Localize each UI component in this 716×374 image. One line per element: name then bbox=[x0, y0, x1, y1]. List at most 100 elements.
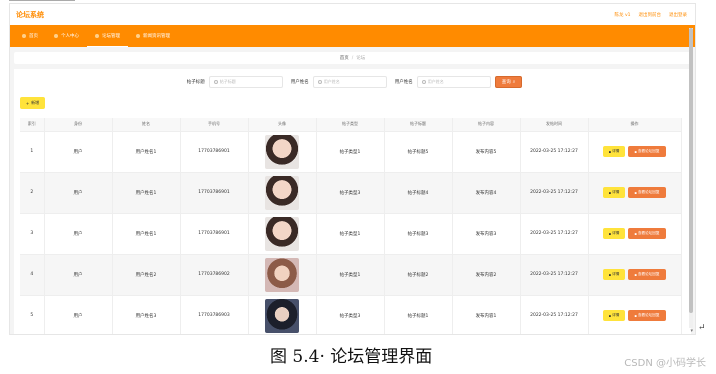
search-label-name-2: 用户姓名 bbox=[394, 80, 413, 85]
view-replies-label: 查看论坛回复 bbox=[637, 231, 660, 235]
table-row: 3 用户 用户姓名1 17703786901 帖子类型1 帖子标题3 发布内容3 2022-0… bbox=[20, 212, 682, 254]
column-header: 手机号 bbox=[180, 118, 249, 131]
row-actions: ▪ 详情 ▪ 查看论坛回复 bbox=[589, 228, 681, 239]
goto-frontend-link[interactable]: 退出到前台 bbox=[639, 12, 662, 18]
column-header: 帖子标题 bbox=[384, 118, 453, 131]
search-icon bbox=[213, 80, 218, 84]
breadcrumb: 首页 / 论坛 bbox=[14, 52, 691, 64]
search-icon bbox=[421, 80, 426, 84]
reply-icon: ▪ bbox=[634, 231, 637, 236]
detail-icon: ▪ bbox=[608, 190, 612, 195]
row-actions: ▪ 详情 ▪ 查看论坛回复 bbox=[589, 146, 681, 157]
detail-button[interactable]: ▪ 详情 bbox=[603, 146, 625, 157]
cell-actions: ▪ 详情 ▪ 查看论坛回复 bbox=[588, 212, 682, 254]
search-bar: 帖子标题 帖子标题 用户姓名 用户姓名 用户姓名 用户姓名 查询 ⌕ bbox=[20, 76, 685, 88]
top-links: 陈龙 v1 退出到前台 退出登录 bbox=[615, 12, 687, 18]
view-replies-label: 查看论坛回复 bbox=[637, 313, 660, 318]
cell-name: 用户姓名1 bbox=[112, 212, 181, 254]
paragraph-mark: ↵ bbox=[698, 323, 706, 333]
cell-type: 帖子类型1 bbox=[316, 130, 385, 172]
cell-phone: 17703786901 bbox=[180, 212, 249, 254]
name-search-placeholder-1: 用户姓名 bbox=[323, 79, 340, 84]
avatar-cell bbox=[248, 130, 317, 172]
cell-type: 帖子类型1 bbox=[316, 212, 385, 254]
cell-actions: ▪ 详情 ▪ 查看论坛回复 bbox=[588, 294, 682, 334]
cell-actions: ▪ 详情 ▪ 查看论坛回复 bbox=[588, 253, 682, 295]
table-body: 1 用户 用户姓名1 17703786901 帖子类型1 帖子标题5 发布内容5 2022-0… bbox=[20, 130, 682, 334]
table-row: 5 用户 用户姓名3 17703786903 帖子类型3 帖子标题1 发布内容1 2022-0… bbox=[20, 294, 682, 334]
user-icon bbox=[54, 34, 58, 38]
query-button[interactable]: 查询 ⌕ bbox=[494, 76, 523, 88]
avatar bbox=[265, 257, 299, 292]
breadcrumb-home[interactable]: 首页 bbox=[340, 55, 349, 61]
name-search-input-1[interactable]: 用户姓名 bbox=[312, 76, 387, 88]
cell-role: 用户 bbox=[44, 130, 113, 172]
cell-content: 发布内容5 bbox=[452, 130, 521, 172]
plus-icon: + bbox=[25, 100, 30, 106]
nav-news-label: 新闻资讯管理 bbox=[143, 34, 170, 39]
cell-index: 2 bbox=[20, 171, 45, 213]
view-replies-button[interactable]: ▪ 查看论坛回复 bbox=[628, 310, 666, 322]
view-replies-button[interactable]: ▪ 查看论坛回复 bbox=[628, 228, 666, 239]
scroll-down-icon[interactable]: ▾ bbox=[690, 328, 693, 334]
cell-content: 发布内容1 bbox=[452, 294, 521, 334]
cell-type: 帖子类型3 bbox=[316, 294, 385, 334]
avatar-cell bbox=[248, 212, 317, 254]
nav-home[interactable]: 首页 bbox=[14, 25, 46, 47]
cell-title: 帖子标题1 bbox=[384, 294, 453, 334]
detail-button[interactable]: ▪ 详情 bbox=[603, 187, 625, 198]
nav-profile[interactable]: 个人中心 bbox=[46, 25, 87, 47]
avatar bbox=[265, 175, 299, 210]
view-replies-label: 查看论坛回复 bbox=[637, 149, 660, 153]
cell-actions: ▪ 详情 ▪ 查看论坛回复 bbox=[588, 130, 682, 172]
reply-icon: ▪ bbox=[634, 190, 637, 195]
cell-type: 帖子类型3 bbox=[316, 171, 385, 213]
cell-phone: 17703786901 bbox=[180, 171, 249, 213]
cell-title: 帖子标题3 bbox=[384, 212, 453, 254]
search-label-name-1: 用户姓名 bbox=[290, 80, 309, 85]
name-search-input-2[interactable]: 用户姓名 bbox=[416, 76, 491, 88]
avatar bbox=[265, 134, 299, 169]
detail-icon: ▪ bbox=[608, 272, 612, 277]
logout-link[interactable]: 退出登录 bbox=[669, 12, 687, 18]
cell-index: 5 bbox=[20, 294, 45, 334]
column-header: 身份 bbox=[44, 118, 113, 131]
cell-name: 用户姓名3 bbox=[112, 294, 181, 334]
title-search-placeholder: 帖子标题 bbox=[219, 79, 236, 84]
title-search-input[interactable]: 帖子标题 bbox=[208, 76, 283, 88]
main-panel: 帖子标题 帖子标题 用户姓名 用户姓名 用户姓名 用户姓名 查询 ⌕ + 新增 … bbox=[14, 69, 691, 334]
view-replies-button[interactable]: ▪ 查看论坛回复 bbox=[628, 187, 666, 198]
detail-button[interactable]: ▪ 详情 bbox=[603, 228, 625, 239]
scrollbar-thumb[interactable] bbox=[689, 28, 693, 313]
detail-button[interactable]: ▪ 详情 bbox=[603, 269, 625, 280]
user-info-link[interactable]: 陈龙 v1 bbox=[615, 12, 631, 18]
search-icon: ⌕ bbox=[512, 80, 516, 85]
add-button-label: 新增 bbox=[31, 100, 40, 105]
reply-icon: ▪ bbox=[634, 313, 637, 318]
detail-button[interactable]: ▪ 详情 bbox=[603, 310, 625, 322]
cell-time: 2022-03-25 17:12:27 bbox=[520, 253, 589, 295]
view-replies-label: 查看论坛回复 bbox=[637, 272, 660, 276]
view-replies-button[interactable]: ▪ 查看论坛回复 bbox=[628, 269, 666, 280]
cell-role: 用户 bbox=[44, 294, 113, 334]
vertical-scrollbar[interactable] bbox=[689, 28, 693, 328]
search-label-title: 帖子标题 bbox=[186, 80, 205, 85]
table-row: 1 用户 用户姓名1 17703786901 帖子类型1 帖子标题5 发布内容5 2022-0… bbox=[20, 130, 682, 172]
column-header: 索引 bbox=[20, 118, 45, 131]
cell-role: 用户 bbox=[44, 253, 113, 295]
avatar-cell bbox=[248, 294, 317, 334]
cell-time: 2022-03-25 17:12:27 bbox=[520, 212, 589, 254]
cell-name: 用户姓名1 bbox=[112, 171, 181, 213]
cell-phone: 17703786903 bbox=[180, 294, 249, 334]
app-window: 论坛系统 陈龙 v1 退出到前台 退出登录 首页 个人中心 论坛管理 新闻资讯管… bbox=[9, 3, 696, 335]
column-header: 操作 bbox=[588, 118, 682, 131]
nav-profile-label: 个人中心 bbox=[61, 34, 79, 39]
cell-role: 用户 bbox=[44, 171, 113, 213]
column-header: 发帖时间 bbox=[520, 118, 589, 131]
nav-news[interactable]: 新闻资讯管理 bbox=[128, 25, 178, 47]
add-button[interactable]: + 新增 bbox=[20, 97, 45, 109]
nav-forum[interactable]: 论坛管理 bbox=[87, 25, 128, 47]
cell-content: 发布内容2 bbox=[452, 253, 521, 295]
column-header: 帖子类型 bbox=[316, 118, 385, 131]
view-replies-button[interactable]: ▪ 查看论坛回复 bbox=[628, 146, 666, 157]
